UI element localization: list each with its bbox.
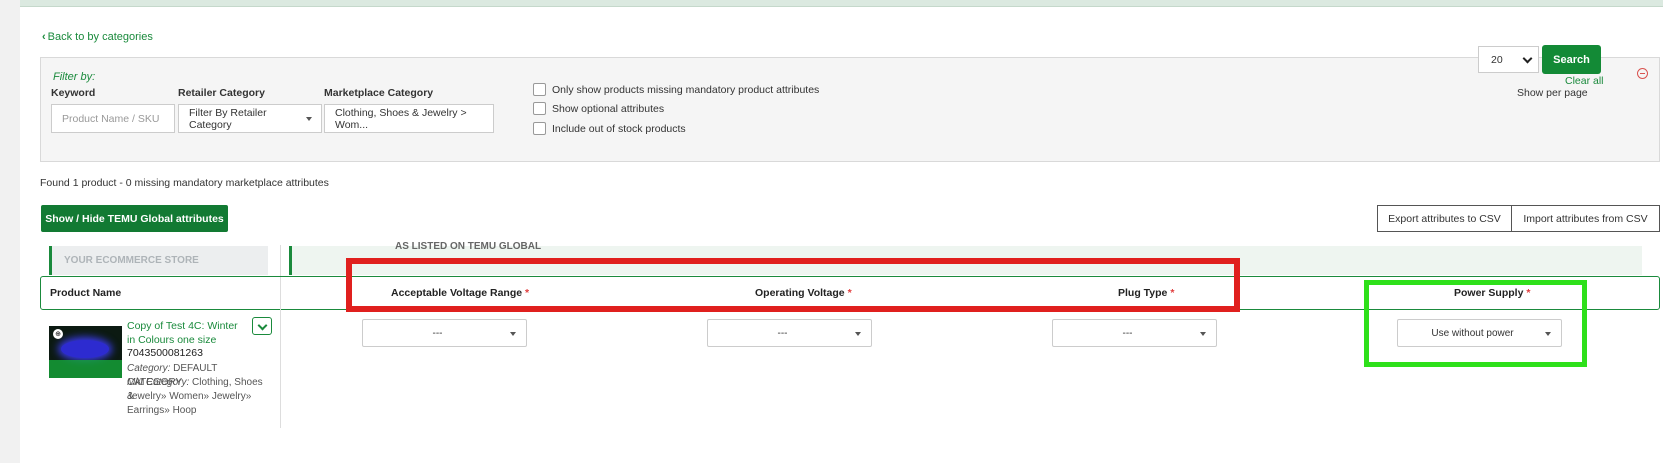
mkt-category-line2: Jewelry» Women» Jewelry» <box>127 391 252 402</box>
collapse-icon[interactable] <box>1637 68 1648 79</box>
marketplace-category-label: Marketplace Category <box>324 87 434 99</box>
checkbox-box[interactable] <box>533 83 546 96</box>
zoom-icon[interactable]: ⊕ <box>53 329 63 339</box>
header-divider <box>280 277 281 310</box>
tab-ecommerce-store[interactable]: YOUR ECOMMERCE STORE <box>49 246 268 275</box>
highlight-box-red <box>346 258 1240 312</box>
caret-down-icon <box>855 332 861 336</box>
retailer-category-label: Retailer Category <box>178 87 265 99</box>
product-thumbnail[interactable]: ⊕ <box>49 326 122 378</box>
filter-title: Filter by: <box>53 71 96 83</box>
import-csv-button[interactable]: Import attributes from CSV <box>1511 205 1660 232</box>
retailer-category-select[interactable]: Filter By Retailer Category <box>178 104 322 133</box>
select-value: --- <box>777 327 788 339</box>
mkt-category-label: Mkt Category: <box>127 377 190 388</box>
operating-voltage-select[interactable]: --- <box>707 319 872 347</box>
checkbox-label: Show optional attributes <box>552 102 665 115</box>
toggle-temu-attributes-button[interactable]: Show / Hide TEMU Global attributes <box>41 205 228 232</box>
plug-type-select[interactable]: --- <box>1052 319 1217 347</box>
checkbox-label: Include out of stock products <box>552 122 686 135</box>
chevron-down-icon <box>1522 53 1533 64</box>
tab-temu-global-label: AS LISTED ON TEMU GLOBAL <box>395 241 542 252</box>
product-name-link[interactable]: Copy of Test 4C: Winter in Colours one s… <box>127 319 242 347</box>
per-page-label: Show per page <box>1517 87 1588 99</box>
search-button[interactable]: Search <box>1542 45 1601 74</box>
header-product-name: Product Name <box>50 287 122 299</box>
category-label: Category: <box>127 363 171 374</box>
back-link[interactable]: ‹ Back to by categories <box>42 31 153 43</box>
marketplace-category-select[interactable]: Clothing, Shoes & Jewelry > Wom... <box>324 104 494 133</box>
product-sku: 7043500081263 <box>127 347 203 359</box>
acceptable-voltage-range-select[interactable]: --- <box>362 319 527 347</box>
top-banner <box>20 0 1663 7</box>
filter-panel: Filter by: Keyword Product Name / SKU Re… <box>40 57 1660 162</box>
caret-down-icon <box>306 117 312 121</box>
chevron-left-icon: ‹ <box>42 31 46 43</box>
checkbox-box[interactable] <box>533 102 546 115</box>
per-page-select[interactable]: 20 <box>1478 46 1539 73</box>
select-value: --- <box>1122 327 1133 339</box>
clear-all-link[interactable]: Clear all <box>1565 75 1604 87</box>
marketplace-category-value: Clothing, Shoes & Jewelry > Wom... <box>335 106 467 131</box>
checkbox-label: Only show products missing mandatory pro… <box>552 83 820 96</box>
keyword-label: Keyword <box>51 87 96 99</box>
export-csv-button[interactable]: Export attributes to CSV <box>1377 205 1512 232</box>
retailer-category-value: Filter By Retailer Category <box>189 106 267 131</box>
mkt-category-line3: Earrings» Hoop <box>127 405 197 416</box>
expand-chevron-icon[interactable] <box>252 317 272 335</box>
thumbnail-glow <box>49 360 122 378</box>
results-summary: Found 1 product - 0 missing mandatory ma… <box>40 177 329 189</box>
optional-attributes-checkbox[interactable]: Show optional attributes <box>533 102 664 115</box>
keyword-input[interactable]: Product Name / SKU <box>51 104 175 133</box>
back-link-label: Back to by categories <box>47 31 153 43</box>
per-page-value: 20 <box>1491 53 1503 66</box>
select-value: --- <box>432 327 443 339</box>
caret-down-icon <box>1200 332 1206 336</box>
checkbox-box[interactable] <box>533 122 546 135</box>
out-of-stock-checkbox[interactable]: Include out of stock products <box>533 122 686 135</box>
column-divider <box>280 245 281 428</box>
missing-attributes-checkbox[interactable]: Only show products missing mandatory pro… <box>533 83 819 96</box>
highlight-box-green <box>1364 280 1587 367</box>
thumbnail-blob <box>61 340 109 358</box>
caret-down-icon <box>510 332 516 336</box>
